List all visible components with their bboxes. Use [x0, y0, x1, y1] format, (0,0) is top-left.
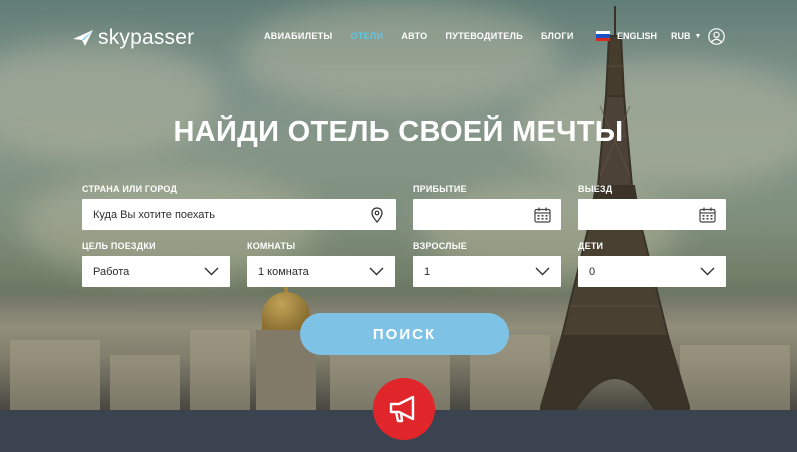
currency-label: RUB	[671, 31, 691, 41]
arrival-date-input[interactable]	[413, 199, 561, 230]
chevron-down-icon	[533, 263, 551, 281]
rooms-value: 1 комната	[258, 265, 309, 278]
brand-logo[interactable]: skypasser	[72, 26, 194, 50]
adults-label: ВЗРОСЛЫЕ	[413, 241, 467, 251]
nav-item-blogs[interactable]: БЛОГИ	[541, 31, 574, 41]
adults-select[interactable]: 1	[413, 256, 561, 287]
paper-plane-icon	[73, 30, 93, 46]
departure-date-input[interactable]	[578, 199, 726, 230]
promo-button[interactable]	[373, 378, 435, 440]
purpose-value: Работа	[93, 265, 130, 278]
caret-down-icon: ▼	[694, 32, 702, 40]
language-label: ENGLISH	[617, 31, 658, 41]
nav-item-guide[interactable]: ПУТЕВОДИТЕЛЬ	[445, 31, 523, 41]
chevron-down-icon	[698, 263, 716, 281]
chevron-down-icon	[367, 263, 385, 281]
destination-input[interactable]: Куда Вы хотите поехать	[82, 199, 396, 230]
purpose-select[interactable]: Работа	[82, 256, 230, 287]
main-nav: АВИАБИЛЕТЫ ОТЕЛИ АВТО ПУТЕВОДИТЕЛЬ БЛОГИ	[264, 31, 574, 41]
russia-flag-icon	[596, 31, 610, 41]
nav-item-hotels[interactable]: ОТЕЛИ	[351, 31, 384, 41]
nav-item-flights[interactable]: АВИАБИЛЕТЫ	[264, 31, 333, 41]
search-button[interactable]: ПОИСК	[300, 313, 509, 355]
language-switcher[interactable]: ENGLISH	[596, 31, 657, 41]
user-account-icon[interactable]	[708, 28, 725, 45]
megaphone-icon	[389, 395, 415, 423]
departure-label: ВЫЕЗД	[578, 184, 613, 194]
arrival-label: ПРИБЫТИЕ	[413, 184, 467, 194]
chevron-down-icon	[202, 263, 220, 281]
destination-label: СТРАНА ИЛИ ГОРОД	[82, 184, 178, 194]
currency-selector[interactable]: RUB ▼	[671, 31, 701, 41]
destination-placeholder: Куда Вы хотите поехать	[93, 208, 215, 221]
page-title: НАЙДИ ОТЕЛЬ СВОЕЙ МЕЧТЫ	[173, 116, 624, 148]
purpose-label: ЦЕЛЬ ПОЕЗДКИ	[82, 241, 156, 251]
children-select[interactable]: 0	[578, 256, 726, 287]
nav-item-cars[interactable]: АВТО	[401, 31, 427, 41]
calendar-icon	[698, 206, 716, 224]
brand-name: skypasser	[98, 26, 195, 49]
rooms-select[interactable]: 1 комната	[247, 256, 395, 287]
children-label: ДЕТИ	[578, 241, 604, 251]
location-pin-icon	[368, 206, 386, 224]
adults-value: 1	[424, 265, 431, 278]
calendar-icon	[533, 206, 551, 224]
rooms-label: КОМНАТЫ	[247, 241, 296, 251]
children-value: 0	[589, 265, 596, 278]
